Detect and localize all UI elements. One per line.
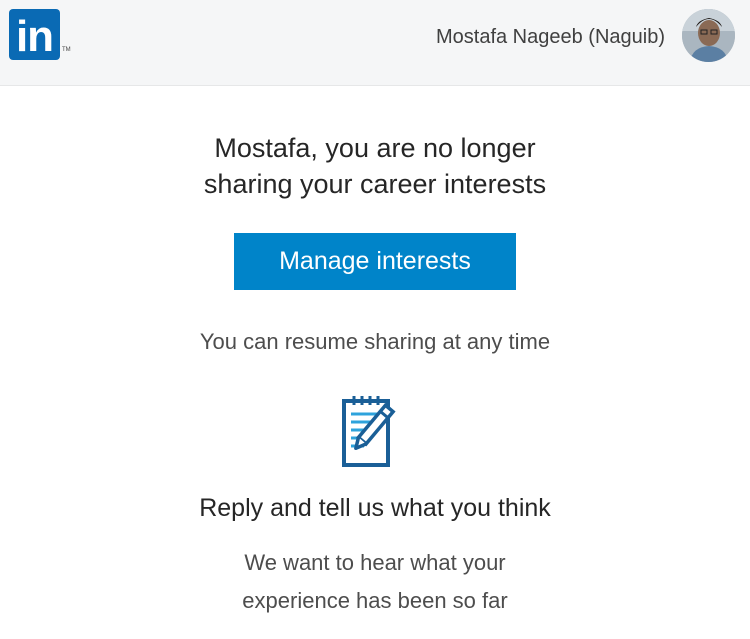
linkedin-logo-icon[interactable]: in	[9, 9, 60, 61]
email-header: in TM Mostafa Nageeb (Naguib)	[0, 0, 750, 86]
avatar[interactable]	[682, 9, 735, 62]
notepad-pencil-icon	[342, 396, 396, 467]
resume-text: You can resume sharing at any time	[199, 329, 551, 354]
user-name: Mostafa Nageeb (Naguib)	[435, 26, 665, 48]
headline-line-1: Mostafa, you are no longer	[214, 133, 536, 163]
reply-title: Reply and tell us what you think	[199, 494, 551, 522]
reply-body-line-2: experience has been so far	[242, 588, 508, 613]
reply-body: We want to hear what your experience has…	[0, 544, 750, 620]
logo-trademark: TM	[62, 47, 71, 53]
reply-body-line-1: We want to hear what your	[244, 550, 506, 575]
avatar-image	[682, 9, 735, 62]
logo-text: in	[15, 12, 54, 61]
headline-line-2: sharing your career interests	[203, 169, 547, 199]
manage-interests-button[interactable]: Manage interests	[234, 233, 516, 290]
page-title: Mostafa, you are no longer sharing your …	[0, 130, 750, 202]
